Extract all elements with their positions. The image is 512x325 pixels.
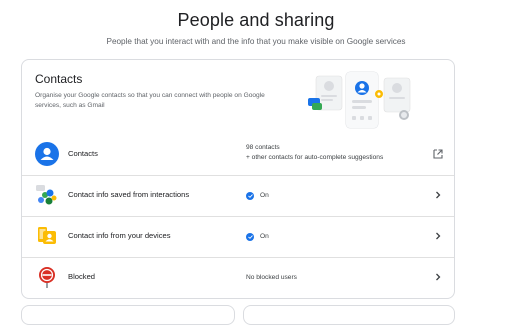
row-divider xyxy=(22,175,454,176)
person-icon xyxy=(35,142,59,166)
blocked-icon xyxy=(39,267,55,288)
contacts-count: 98 contacts xyxy=(246,144,280,151)
blocked-status: No blocked users xyxy=(246,274,297,281)
blocked-label: Blocked xyxy=(68,272,96,281)
device-contacts-status-text: On xyxy=(260,233,269,240)
contacts-label: Contacts xyxy=(68,149,98,158)
check-icon xyxy=(246,192,254,200)
device-contacts-icon xyxy=(38,227,56,244)
interactions-status-text: On xyxy=(260,192,269,199)
blocked-row[interactable]: Blocked No blocked users xyxy=(22,257,454,298)
next-card-right xyxy=(243,305,455,325)
check-icon xyxy=(246,233,254,241)
chevron-right-icon[interactable] xyxy=(432,230,444,242)
open-in-new-icon[interactable] xyxy=(432,148,444,160)
card-description: Organise your Google contacts so that yo… xyxy=(35,92,265,109)
chevron-right-icon[interactable] xyxy=(432,271,444,283)
contacts-autocomplete-note: + other contacts for auto-complete sugge… xyxy=(246,154,384,161)
contacts-card: Contacts Organise your Google contacts s… xyxy=(21,59,455,299)
interactions-label: Contact info saved from interactions xyxy=(68,190,190,199)
device-contacts-row[interactable]: Contact info from your devices On xyxy=(22,216,454,257)
contacts-illustration xyxy=(308,71,411,129)
page-title: People and sharing xyxy=(177,10,335,30)
interactions-status: On xyxy=(246,191,269,201)
chevron-right-icon[interactable] xyxy=(432,189,444,201)
next-card-left xyxy=(21,305,235,325)
page-subtitle: People that you interact with and the in… xyxy=(106,37,406,46)
contacts-interactions-icon xyxy=(36,185,57,205)
contacts-row[interactable]: Contacts 98 contacts + other contacts fo… xyxy=(22,134,454,175)
device-contacts-status: On xyxy=(246,232,269,242)
contacts-status: 98 contacts + other contacts for auto-co… xyxy=(246,143,383,163)
card-title: Contacts xyxy=(35,72,83,86)
row-divider xyxy=(22,257,454,258)
device-contacts-label: Contact info from your devices xyxy=(68,231,171,240)
interactions-row[interactable]: Contact info saved from interactions On xyxy=(22,175,454,216)
row-divider xyxy=(22,216,454,217)
